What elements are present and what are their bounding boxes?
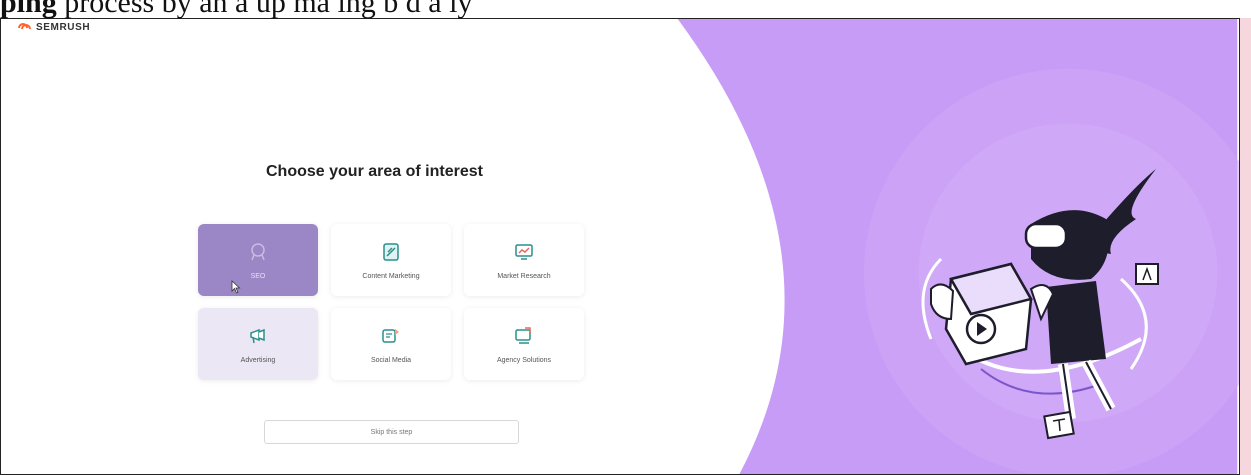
option-label: Content Marketing <box>362 272 420 280</box>
agency-solutions-icon <box>515 326 531 344</box>
option-card-social-media[interactable]: Social Media <box>331 308 451 380</box>
option-label: SEO <box>250 272 266 280</box>
option-label: Market Research <box>497 272 551 280</box>
vr-headset-illustration <box>921 169 1159 440</box>
semrush-logo-icon <box>18 22 31 29</box>
seo-icon <box>251 242 265 260</box>
mouse-cursor-icon <box>231 280 241 294</box>
option-label: Agency Solutions <box>496 356 552 364</box>
content-marketing-icon <box>383 242 399 261</box>
option-label: Advertising <box>240 356 276 364</box>
page-title: Choose your area of interest <box>266 163 483 180</box>
skip-step-button[interactable]: Skip this step <box>264 420 519 444</box>
market-research-icon <box>515 243 533 260</box>
logo-text: SEMRUSH <box>36 22 91 33</box>
option-card-seo[interactable]: SEO <box>198 224 318 296</box>
option-label: Social Media <box>370 356 412 364</box>
option-card-market-research[interactable]: Market Research <box>464 224 584 296</box>
option-card-content-marketing[interactable]: Content Marketing <box>331 224 451 296</box>
option-card-advertising[interactable]: Advertising <box>198 308 318 380</box>
option-card-agency-solutions[interactable]: Agency Solutions <box>464 308 584 380</box>
document-caption: ping process by an a up ma ing b d a ly <box>0 0 473 19</box>
social-media-icon <box>382 328 399 343</box>
semrush-onboarding-screen: SEMRUSH Choose your area of interest SEO… <box>0 18 1240 475</box>
advertising-icon <box>250 328 265 343</box>
right-edge-strip <box>1240 18 1251 475</box>
semrush-logo[interactable]: SEMRUSH <box>17 22 90 33</box>
